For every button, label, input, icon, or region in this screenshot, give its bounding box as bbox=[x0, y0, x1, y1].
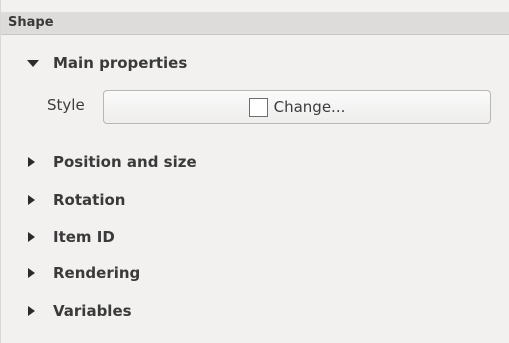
change-style-button[interactable]: Change... bbox=[103, 90, 491, 124]
style-label: Style bbox=[47, 96, 85, 114]
section-rotation[interactable]: Rotation bbox=[27, 189, 125, 211]
collapse-arrow-right-icon bbox=[27, 305, 39, 317]
section-rendering[interactable]: Rendering bbox=[27, 262, 140, 284]
section-label: Position and size bbox=[53, 153, 197, 171]
section-position-and-size[interactable]: Position and size bbox=[27, 151, 197, 173]
panel-header: Shape bbox=[1, 12, 509, 35]
section-label: Item ID bbox=[53, 228, 115, 246]
collapse-arrow-right-icon bbox=[27, 231, 39, 243]
collapse-arrow-right-icon bbox=[27, 156, 39, 168]
collapse-arrow-right-icon bbox=[27, 194, 39, 206]
section-main-properties[interactable]: Main properties bbox=[27, 52, 187, 74]
section-item-id[interactable]: Item ID bbox=[27, 226, 115, 248]
section-label: Variables bbox=[53, 302, 132, 320]
section-label: Rendering bbox=[53, 264, 141, 282]
section-label: Rotation bbox=[53, 191, 126, 209]
panel-title: Shape bbox=[8, 15, 54, 30]
change-style-button-label: Change... bbox=[273, 98, 346, 116]
section-variables[interactable]: Variables bbox=[27, 300, 132, 322]
section-label: Main properties bbox=[53, 54, 188, 72]
collapse-arrow-right-icon bbox=[27, 267, 39, 279]
shape-properties-panel: Shape Main properties Style Change... Po… bbox=[0, 0, 509, 343]
expand-arrow-down-icon bbox=[27, 57, 39, 69]
color-swatch-icon bbox=[248, 97, 268, 117]
